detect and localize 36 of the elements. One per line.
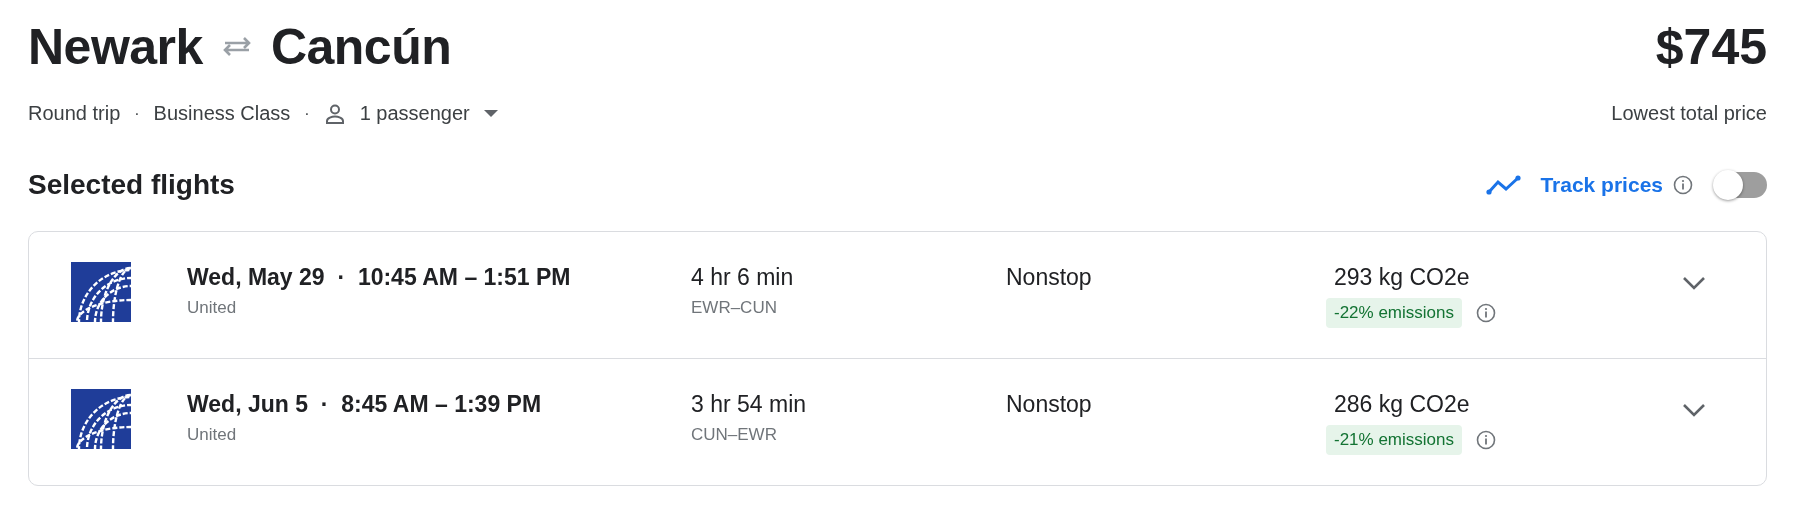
info-icon[interactable] bbox=[1476, 430, 1496, 450]
separator-dot: · bbox=[133, 104, 141, 123]
trend-line-icon bbox=[1486, 175, 1523, 195]
airline-logo-icon bbox=[71, 262, 131, 322]
route-codes: CUN–EWR bbox=[691, 425, 777, 445]
section-title: Selected flights bbox=[28, 169, 235, 201]
info-icon[interactable] bbox=[1476, 303, 1496, 323]
chevron-icon bbox=[1682, 403, 1706, 417]
origin-city: Newark bbox=[28, 18, 203, 77]
passenger-button[interactable]: 1 passenger bbox=[323, 102, 498, 125]
dropdown-caret-icon bbox=[483, 109, 498, 118]
route-codes: EWR–CUN bbox=[691, 298, 777, 318]
emissions-amount: 293 kg CO2e bbox=[1334, 263, 1470, 292]
track-prices-button[interactable]: Track prices bbox=[1486, 173, 1663, 197]
separator-dot: · bbox=[303, 104, 311, 123]
flight-duration: 4 hr 6 min bbox=[691, 263, 794, 292]
track-prices-toggle[interactable] bbox=[1715, 172, 1767, 198]
person-icon bbox=[323, 102, 346, 125]
airline-name: United bbox=[187, 425, 237, 445]
flight-date-time: Wed, Jun 5 · 8:45 AM – 1:39 PM bbox=[187, 390, 542, 419]
trip-type: Round trip bbox=[28, 102, 121, 125]
cabin-class: Business Class bbox=[153, 102, 291, 125]
price-caption: Lowest total price bbox=[1611, 102, 1767, 125]
emissions-badge: -22% emissions bbox=[1326, 298, 1462, 328]
emissions-amount: 286 kg CO2e bbox=[1334, 390, 1470, 419]
stops: Nonstop bbox=[1006, 390, 1092, 419]
airline-logo-icon bbox=[71, 389, 131, 449]
chevron-icon bbox=[1682, 276, 1706, 290]
stops: Nonstop bbox=[1006, 263, 1092, 292]
flight-date-time: Wed, May 29 · 10:45 AM – 1:51 PM bbox=[187, 263, 571, 292]
total-price: $745 bbox=[1655, 18, 1767, 77]
airline-name: United bbox=[187, 298, 237, 318]
flight-duration: 3 hr 54 min bbox=[691, 390, 807, 419]
emissions-badge: -21% emissions bbox=[1326, 425, 1462, 455]
destination-city: Cancún bbox=[270, 18, 452, 77]
info-icon[interactable] bbox=[1673, 175, 1693, 195]
